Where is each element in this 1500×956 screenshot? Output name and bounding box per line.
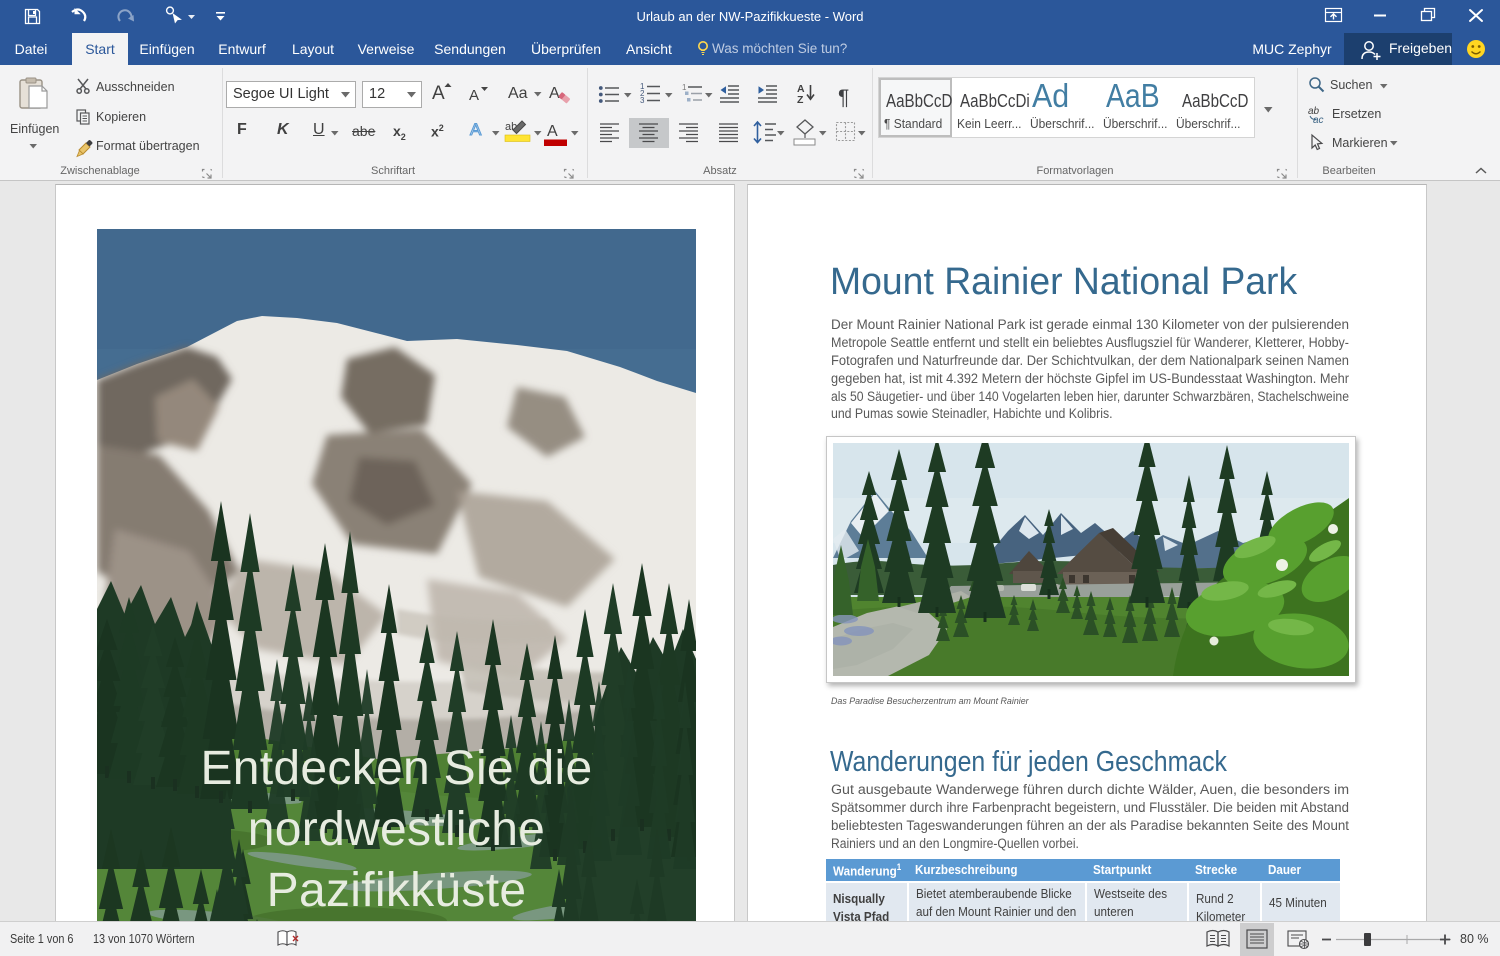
svg-text:Z: Z — [797, 94, 804, 106]
svg-text:3: 3 — [640, 96, 645, 105]
svg-text:A: A — [547, 123, 558, 140]
svg-text:¶: ¶ — [838, 86, 849, 109]
svg-text:ab: ab — [505, 121, 517, 133]
svg-text:1: 1 — [682, 83, 687, 92]
svg-text:1: 1 — [640, 82, 645, 91]
svg-text:2: 2 — [640, 89, 645, 98]
svg-text:A: A — [797, 83, 805, 95]
svg-text:ab: ab — [1308, 106, 1320, 117]
svg-text:ac: ac — [1313, 115, 1324, 126]
